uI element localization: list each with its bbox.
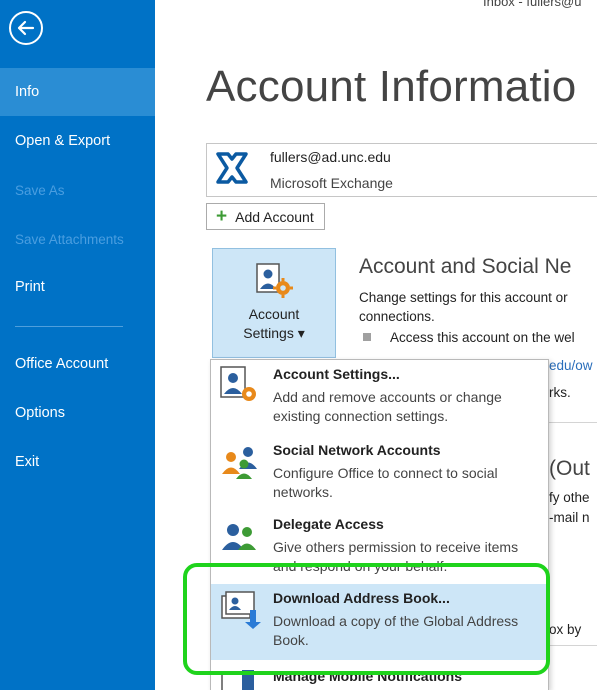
nav-item-office-account[interactable]: Office Account [0,340,155,388]
owa-link[interactable]: edu/ow [549,358,593,373]
nav-item-save-attachments: Save Attachments [15,231,124,247]
delegate-access-icon [220,516,260,561]
web-access-text: Access this account on the wel [390,330,575,345]
menu-item-title: Delegate Access [273,516,384,532]
account-type: Microsoft Exchange [270,175,393,191]
window-title: Inbox - fullers@u [483,0,582,9]
back-arrow-icon[interactable] [9,11,43,45]
plus-icon: + [216,206,228,227]
section-title: Account and Social Ne [359,255,572,278]
account-selector[interactable]: fullers@ad.unc.edu Microsoft Exchange [206,143,597,197]
networks-text: rks. [549,385,571,400]
menu-item-description: Add and remove accounts or change existi… [273,389,502,424]
mobile-notifications-icon [220,668,260,690]
account-settings-menu: Account Settings... Add and remove accou… [210,359,549,690]
account-email: fullers@ad.unc.edu [270,149,391,165]
account-settings-label-line1: Account [248,306,300,322]
menu-item-delegate-access[interactable]: Delegate Access Give others permission t… [211,510,548,584]
section-description: Change settings for this account or conn… [359,288,597,326]
menu-item-title: Account Settings... [273,366,400,382]
nav-item-open-export[interactable]: Open & Export [0,117,155,165]
page-title: Account Informatio [206,62,577,111]
bullet-icon [363,333,371,341]
menu-item-description: Give others permission to receive items … [273,539,519,574]
nav-item-options[interactable]: Options [0,389,155,437]
nav-divider [15,326,123,327]
account-settings-icon [220,366,260,411]
nav-item-info[interactable]: Info [0,68,155,116]
nav-item-save-as: Save As [15,182,65,198]
section-divider-2 [549,645,597,646]
email-text: -mail n [549,510,590,525]
menu-item-title: Download Address Book... [273,590,450,606]
menu-item-account-settings[interactable]: Account Settings... Add and remove accou… [211,360,548,434]
menu-item-title: Social Network Accounts [273,442,441,458]
backstage-nav: Info Open & Export Save As Save Attachme… [0,0,155,690]
notify-text: fy othe [549,490,590,505]
account-settings-label-line2: Settings ▾ [243,325,305,341]
menu-item-social-network-accounts[interactable]: Social Network Accounts Configure Office… [211,436,548,508]
out-of-office-title: (Out [549,457,590,480]
menu-item-download-address-book[interactable]: Download Address Book... Download a copy… [211,584,548,660]
account-settings-button[interactable]: Account Settings ▾ [212,248,336,358]
download-address-book-icon [220,590,262,635]
exchange-icon [215,151,249,190]
section-desc-line1: Change settings for this account or [359,290,568,305]
add-account-button[interactable]: + Add Account [206,203,325,230]
menu-item-description: Download a copy of the Global Address Bo… [273,613,519,648]
mailbox-text: ox by [549,622,582,637]
social-network-icon [220,442,260,487]
section-desc-line2: connections. [359,309,435,324]
nav-item-exit[interactable]: Exit [0,438,155,486]
add-account-label: Add Account [235,208,314,225]
nav-item-print[interactable]: Print [0,263,155,311]
account-settings-icon [256,263,294,304]
menu-item-title: Manage Mobile Notifications [273,668,463,684]
section-divider [549,422,597,423]
menu-item-manage-mobile-notifications[interactable]: Manage Mobile Notifications [211,662,548,690]
menu-item-description: Configure Office to connect to social ne… [273,465,498,500]
